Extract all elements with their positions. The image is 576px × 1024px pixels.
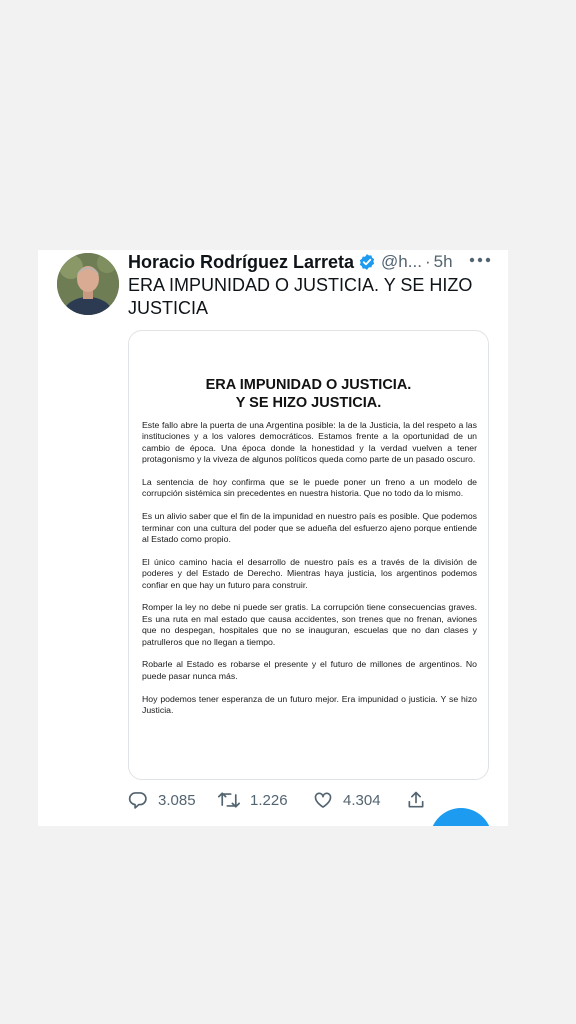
document-paragraph: Es un alivio saber que el fin de la impu…	[142, 511, 477, 545]
share-button[interactable]	[406, 788, 436, 812]
verified-badge-icon	[358, 253, 376, 271]
avatar[interactable]	[57, 253, 119, 315]
avatar-photo	[57, 253, 119, 315]
document-paragraph: Este fallo abre la puerta de una Argenti…	[142, 420, 477, 465]
tweet-text: ERA IMPUNIDAD O JUSTICIA. Y SE HIZO JUST…	[128, 275, 473, 318]
reply-button[interactable]: 3.085	[128, 788, 196, 812]
retweet-icon	[218, 792, 240, 808]
document-title: ERA IMPUNIDAD O JUSTICIA. Y SE HIZO JUST…	[129, 376, 488, 412]
tweet-image[interactable]: ERA IMPUNIDAD O JUSTICIA. Y SE HIZO JUST…	[128, 330, 489, 780]
author-name[interactable]: Horacio Rodríguez Larreta	[128, 252, 354, 273]
tweet-actions: 3.085 1.226 4.304	[128, 788, 468, 812]
retweet-count: 1.226	[250, 791, 288, 809]
page-background	[0, 826, 576, 1024]
document-paragraph: El único camino hacia el desarrollo de n…	[142, 556, 477, 590]
document-title-line-2: Y SE HIZO JUSTICIA.	[235, 395, 382, 411]
reply-count: 3.085	[158, 791, 196, 809]
separator-dot: ·	[424, 252, 431, 271]
like-icon	[314, 792, 332, 808]
more-options-icon[interactable]	[466, 250, 494, 270]
author-handle[interactable]: @h...	[381, 252, 422, 272]
tweet-card[interactable]: Horacio Rodríguez Larreta @h... · 5h ERA…	[38, 250, 508, 826]
share-icon	[408, 791, 424, 808]
tweet-timestamp[interactable]: 5h	[434, 252, 453, 272]
document-paragraph: Romper la ley no debe ni puede ser grati…	[142, 602, 477, 647]
document-paragraph: La sentencia de hoy confirma que se le p…	[142, 477, 477, 499]
document-paragraph: Robarle al Estado es robarse el presente…	[142, 659, 477, 681]
document-body: Este fallo abre la puerta de una Argenti…	[142, 420, 477, 728]
retweet-button[interactable]: 1.226	[218, 788, 288, 812]
reply-icon	[128, 792, 147, 809]
like-button[interactable]: 4.304	[313, 788, 381, 812]
document-paragraph: Hoy podemos tener esperanza de un futuro…	[142, 693, 477, 716]
document-title-line-1: ERA IMPUNIDAD O JUSTICIA.	[205, 377, 412, 393]
tweet-header: Horacio Rodríguez Larreta @h... · 5h	[128, 250, 498, 274]
like-count: 4.304	[343, 791, 381, 809]
